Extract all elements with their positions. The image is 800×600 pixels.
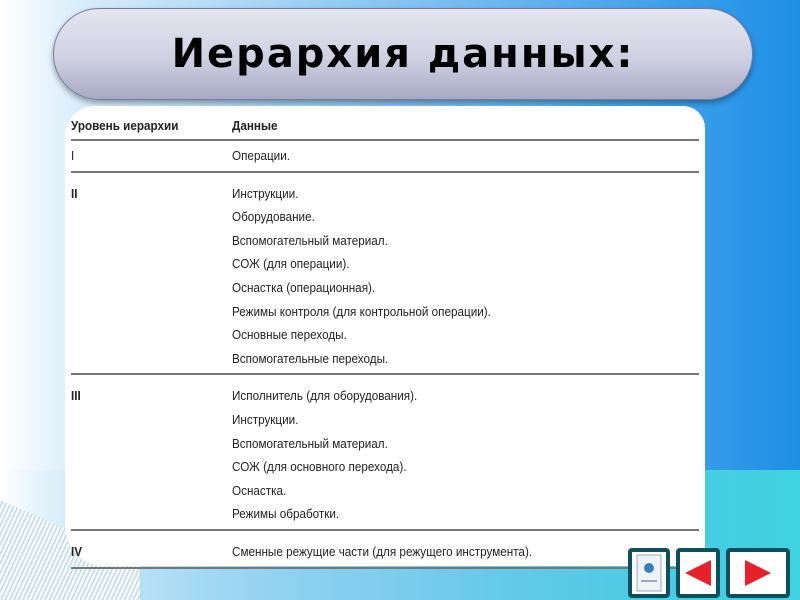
- divider: [71, 566, 699, 569]
- document-button[interactable]: [628, 548, 670, 598]
- arrow-right-icon: [745, 560, 771, 586]
- data-cell: Оснастка.: [232, 482, 287, 498]
- data-cell: Операции.: [232, 148, 290, 163]
- data-cell: Оснастка (операционная).: [232, 280, 376, 295]
- previous-slide-button[interactable]: [676, 548, 720, 598]
- data-cell: Вспомогательный материал.: [232, 232, 388, 248]
- document-icon: [632, 552, 666, 594]
- level-cell: I: [71, 148, 75, 163]
- data-cell: СОЖ (для операции).: [232, 256, 350, 272]
- slide-title-banner: Иерархия данных:: [53, 8, 753, 100]
- hierarchy-table: Уровень иерархии Данные I Операции. II Инст…: [65, 106, 705, 569]
- data-cell: Режимы обработки.: [232, 506, 340, 522]
- data-cell: Основные переходы.: [232, 327, 347, 343]
- data-cell: СОЖ (для основного перехода).: [232, 459, 407, 475]
- divider: [71, 529, 699, 531]
- level-cell: III: [71, 388, 81, 404]
- divider: [71, 139, 699, 141]
- data-cell: Исполнитель (для оборудования).: [232, 388, 418, 404]
- header-level: Уровень иерархии: [71, 118, 179, 133]
- divider: [71, 170, 699, 173]
- data-cell: Вспомогательный материал.: [232, 435, 388, 451]
- data-cell: Оборудование.: [232, 209, 315, 225]
- arrow-left-icon: [685, 560, 711, 586]
- data-cell: Режимы контроля (для контрольной операци…: [232, 303, 491, 319]
- header-data: Данные: [232, 118, 278, 133]
- data-cell: Инструкции.: [232, 185, 299, 201]
- data-cell: Сменные режущие части (для режущего инст…: [232, 544, 533, 559]
- level-cell: II: [71, 185, 78, 201]
- data-cell: Инструкции.: [232, 412, 299, 427]
- level-cell: IV: [71, 544, 83, 559]
- slide-title: Иерархия данных:: [171, 31, 635, 77]
- data-cell: Вспомогательные переходы.: [232, 350, 389, 366]
- divider: [71, 373, 699, 376]
- next-slide-button[interactable]: [726, 548, 790, 598]
